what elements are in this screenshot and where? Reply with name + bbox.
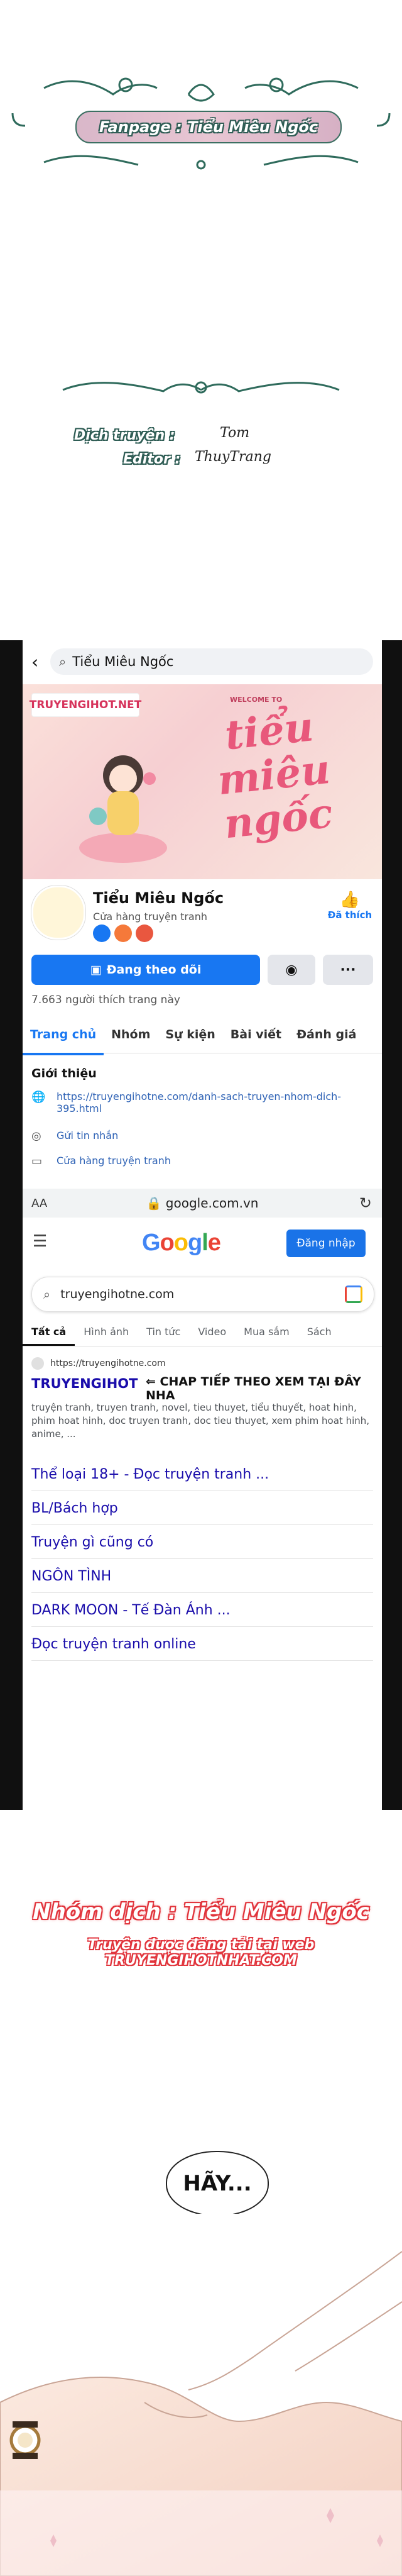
site-favicon-icon	[31, 1357, 44, 1370]
more-icon: ···	[340, 962, 356, 978]
translator-label: Dịch truyện :	[74, 428, 175, 443]
back-arrow-icon[interactable]: ‹	[31, 652, 50, 672]
page-category: Cửa hàng truyện tranh	[93, 911, 207, 923]
intro-shop[interactable]: Cửa hàng truyện tranh	[57, 1155, 171, 1168]
sitelink-item[interactable]: DARK MOON - Tế Đàn Ánh ...	[31, 1594, 373, 1627]
cover-title: tiểu miêu ngốc	[215, 703, 335, 848]
page-profile-row: Tiểu Miêu Ngốc Cửa hàng truyện tranh 👍 Đ…	[31, 886, 373, 942]
result-title[interactable]: TRUYENGIHOT	[31, 1376, 138, 1391]
cover-photo: TRUYENGIHOT.NET WELCOME TO tiểu miêu ngố…	[23, 684, 382, 879]
messenger-icon: ◉	[285, 962, 298, 978]
facebook-search-text: Tiểu Miêu Ngốc	[72, 654, 174, 669]
likes-count: 7.663 người thích trang này	[31, 994, 180, 1006]
cover-site-badge: TRUYENGIHOT.NET	[30, 693, 141, 717]
facebook-search-bar: ‹ ⌕ Tiểu Miêu Ngốc	[31, 647, 373, 677]
post-credit: Truyện được đăng tải tại web TRUYENGIHOT…	[87, 1937, 315, 1968]
cover-welcome: WELCOME TO	[230, 696, 283, 704]
fanpage-label: Fanpage : Tiểu Miêu Ngốc	[99, 118, 318, 136]
url-text: google.com.vn	[165, 1196, 259, 1211]
holding-hands-illustration	[0, 2214, 402, 2576]
location-badge-icon	[136, 924, 153, 942]
google-logo: Google	[142, 1230, 221, 1256]
messenger-button[interactable]: ◉	[268, 955, 315, 985]
phone-screen: ‹ ⌕ Tiểu Miêu Ngốc TRUYENGIHOT.NET WELCO…	[23, 640, 382, 1810]
speech-text: HÃY...	[183, 2171, 252, 2196]
tab-home[interactable]: Trang chủ	[23, 1018, 104, 1055]
gtab-news[interactable]: Tin tức	[138, 1321, 189, 1346]
following-label: Đang theo dõi	[106, 963, 202, 977]
facebook-search-input[interactable]: ⌕ Tiểu Miêu Ngốc	[50, 648, 373, 675]
intro-message[interactable]: Gửi tin nhắn	[57, 1130, 118, 1143]
tab-reviews[interactable]: Đánh giá	[289, 1018, 364, 1053]
globe-icon: 🌐	[31, 1091, 46, 1104]
tab-events[interactable]: Sự kiện	[158, 1018, 222, 1053]
sitelink-item[interactable]: Thể loại 18+ - Đọc truyện tranh ...	[31, 1458, 373, 1491]
gtab-books[interactable]: Sách	[298, 1321, 340, 1346]
group-credit: Nhóm dịch : Tiểu Miêu Ngốc	[33, 1899, 369, 1924]
result-snippet: truyện tranh, truyen tranh, novel, tieu …	[31, 1402, 370, 1440]
credits-ornament	[62, 381, 340, 394]
page-name[interactable]: Tiểu Miêu Ngốc	[93, 889, 224, 907]
tab-groups[interactable]: Nhóm	[104, 1018, 158, 1053]
shop-badge-icon	[114, 924, 132, 942]
intro-title: Giới thiệu	[31, 1067, 97, 1080]
editor-label: Editor :	[123, 452, 181, 467]
cover-illustration	[79, 755, 167, 863]
browser-url-bar[interactable]: AA 🔒 google.com.vn ↻	[23, 1189, 382, 1218]
sitelink-item[interactable]: Truyện gì cũng có	[31, 1526, 373, 1559]
google-search-input[interactable]: ⌕ truyengihotne.com	[31, 1277, 374, 1312]
thumbs-up-icon: 👍	[339, 891, 361, 909]
reload-icon[interactable]: ↻	[359, 1194, 372, 1212]
intro-link-row[interactable]: 🌐 https://truyengihotne.com/danh-sach-tr…	[31, 1091, 371, 1114]
gtab-video[interactable]: Video	[189, 1321, 235, 1346]
following-button[interactable]: ▣ Đang theo dõi	[31, 955, 260, 985]
fanpage-banner-ornament	[11, 77, 391, 170]
intro-shop-row[interactable]: ▭ Cửa hàng truyện tranh	[31, 1155, 371, 1168]
editor-name: ThuyTrang	[195, 449, 271, 465]
liked-label: Đã thích	[327, 909, 372, 921]
google-query: truyengihotne.com	[60, 1287, 175, 1301]
sign-in-button[interactable]: Đăng nhập	[286, 1230, 366, 1257]
result-annotation: ⇐ CHAP TIẾP THEO XEM TẠI ĐÂY NHA	[146, 1375, 361, 1402]
hamburger-menu-icon[interactable]: ☰	[33, 1232, 47, 1251]
sitelink-item[interactable]: NGÔN TÌNH	[31, 1560, 373, 1593]
translator-name: Tom	[220, 425, 250, 441]
page-tabs: Trang chủ Nhóm Sự kiện Bài viết Đánh giá	[23, 1018, 382, 1055]
gtab-all[interactable]: Tất cả	[23, 1321, 75, 1346]
result-url: https://truyengihotne.com	[50, 1358, 166, 1368]
google-header: ☰ Google Đăng nhập	[23, 1222, 382, 1266]
intro-link[interactable]: https://truyengihotne.com/danh-sach-truy…	[57, 1091, 358, 1114]
following-icon: ▣	[90, 963, 102, 977]
fanpage-pill: Fanpage : Tiểu Miêu Ngốc	[75, 111, 342, 143]
tab-posts[interactable]: Bài viết	[223, 1018, 289, 1053]
sitelink-item[interactable]: Đọc truyện tranh online	[31, 1628, 373, 1661]
lock-icon: 🔒	[146, 1196, 162, 1211]
gtab-images[interactable]: Hình ảnh	[75, 1321, 138, 1346]
google-lens-icon[interactable]	[345, 1285, 362, 1303]
page-avatar[interactable]	[31, 886, 85, 940]
result-url-row[interactable]: https://truyengihotne.com	[31, 1357, 166, 1370]
intro-message-row[interactable]: ◎ Gửi tin nhắn	[31, 1130, 371, 1143]
sitelink-item[interactable]: BL/Bách hợp	[31, 1492, 373, 1525]
gtab-shopping[interactable]: Mua sắm	[235, 1321, 298, 1346]
search-icon: ⌕	[59, 654, 67, 669]
google-tabs: Tất cả Hình ảnh Tin tức Video Mua sắm Sá…	[23, 1321, 382, 1346]
liked-indicator[interactable]: 👍 Đã thích	[327, 891, 373, 921]
speech-bubble: HÃY...	[166, 2151, 269, 2216]
browser-url: 🔒 google.com.vn	[23, 1196, 382, 1211]
search-icon: ⌕	[43, 1287, 51, 1302]
more-options-button[interactable]: ···	[323, 955, 373, 985]
shop-icon: ▭	[31, 1155, 43, 1168]
messenger-icon: ◎	[31, 1130, 41, 1143]
messenger-badge-icon	[93, 924, 111, 942]
